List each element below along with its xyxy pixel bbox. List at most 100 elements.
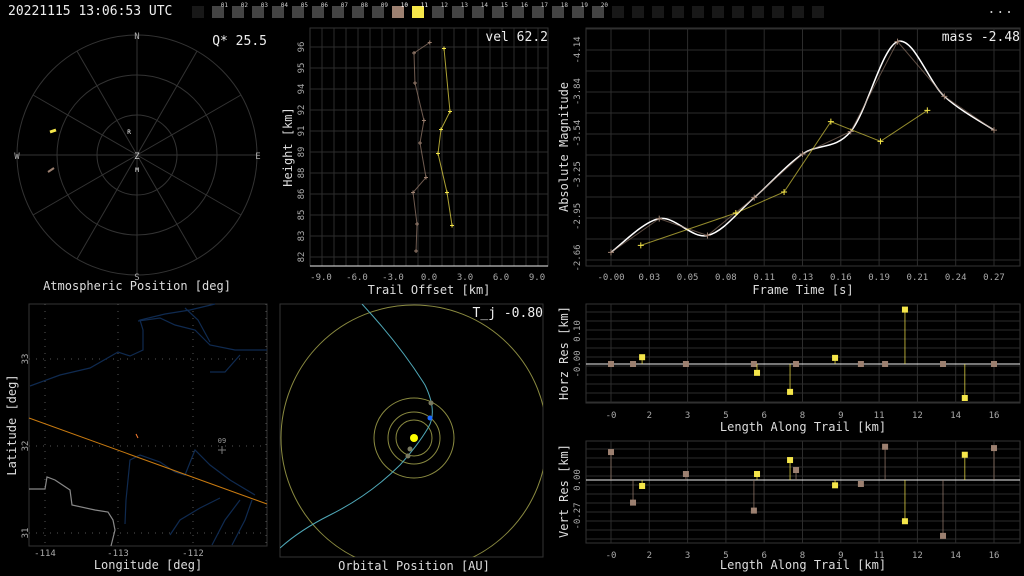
radiant-marker: R: [127, 129, 131, 136]
x-tick-label: 0.13: [792, 273, 814, 283]
data-point: [412, 81, 417, 85]
sun-icon: [410, 434, 418, 442]
lat-tick: 32: [21, 441, 31, 452]
data-point: [882, 443, 889, 450]
ground-map-panel: 09 -114 -113 -112 33 32 31 Longitude [de…: [5, 303, 268, 572]
series-line: [412, 42, 430, 252]
x-tick-label: 16: [989, 411, 1000, 421]
earth-icon: [427, 415, 433, 421]
x-tick-label: 14: [950, 411, 961, 421]
data-point: [857, 361, 864, 367]
planet-icon: [405, 453, 411, 459]
x-tick-label: 3.0: [457, 273, 473, 283]
dashboard-canvas: N S E W Z R M Q* 25.5 Atmospheric Positi…: [5, 27, 1021, 573]
data-point: [414, 249, 419, 253]
polar-spoke: [32, 94, 138, 156]
horz-y-label: Horz Res [km]: [557, 306, 571, 400]
vert-grid: [586, 441, 1020, 543]
vert-x-label: Length Along Trail [km]: [720, 558, 886, 572]
x-tick-label: 0.05: [677, 273, 699, 283]
data-point: [827, 118, 834, 125]
data-point: [857, 480, 864, 487]
data-point: [682, 471, 689, 478]
mag-grid: [586, 28, 1020, 266]
velocity-stat: vel 62.2: [485, 30, 548, 45]
data-point: [630, 361, 637, 367]
x-tick-label: 3: [685, 551, 690, 561]
polar-spoke: [136, 94, 242, 156]
data-point: [608, 449, 614, 456]
station-10-track: [47, 167, 55, 173]
data-point: [901, 518, 908, 525]
y-tick-label: -2.66: [573, 244, 583, 271]
mass-stat: mass -2.48: [942, 30, 1020, 45]
orbit-title: Orbital Position [AU]: [338, 559, 490, 573]
x-tick-label: 16: [989, 551, 1000, 561]
y-tick-label: -4.14: [573, 36, 583, 63]
orbit-frame: [279, 303, 544, 558]
data-point: [940, 532, 947, 539]
data-point: [421, 118, 426, 123]
data-point: [793, 467, 800, 474]
data-point: [877, 138, 884, 145]
data-point: [630, 499, 637, 506]
x-tick-label: 2: [647, 411, 652, 421]
data-point: [754, 471, 761, 478]
station-marker-icon: [218, 446, 226, 454]
lat-tick: 33: [21, 354, 31, 365]
map-x-label: Longitude [deg]: [94, 558, 202, 572]
x-tick-label: -3.0: [382, 273, 404, 283]
x-tick-label: 14: [950, 551, 961, 561]
data-point: [750, 507, 757, 514]
trail-series: [411, 40, 455, 253]
x-tick-label: 6.0: [493, 273, 509, 283]
polar-spoke: [136, 154, 198, 260]
data-point: [940, 361, 947, 367]
planet-icon: [407, 446, 413, 452]
horz-x-label: Length Along Trail [km]: [720, 420, 886, 434]
y-tick-label: 82: [297, 252, 307, 263]
atmospheric-position-panel: N S E W Z R M Q* 25.5 Atmospheric Positi…: [14, 32, 267, 293]
data-point: [418, 141, 422, 145]
magnitude-panel: -0.00 0.03 0.05 0.08 0.11 0.13 0.16 0.19 0.21 0.2…: [557, 27, 1021, 297]
polar-spoke: [136, 50, 198, 156]
vert-y-tick: 0.00: [573, 469, 583, 491]
data-point: [832, 482, 839, 489]
y-tick-label: 85: [297, 210, 307, 221]
trail-y-label: Height [km]: [281, 107, 295, 186]
x-tick-label: 0.19: [868, 273, 890, 283]
data-point: [608, 361, 614, 367]
vert-y-tick: -0.27: [573, 502, 583, 529]
station-11-track: [49, 128, 57, 134]
x-tick-label: 0.03: [638, 273, 660, 283]
mag-x-ticks: -0.00 0.03 0.05 0.08 0.11 0.13 0.16 0.19 0.21 0.2…: [597, 273, 1004, 283]
ground-track: [28, 417, 268, 505]
x-tick-label: 0.21: [907, 273, 929, 283]
data-point: [901, 306, 908, 313]
polar-title: Atmospheric Position [deg]: [43, 279, 231, 293]
y-tick-label: -3.25: [573, 161, 583, 188]
data-point: [450, 223, 455, 228]
data-point: [961, 451, 968, 458]
y-tick-label: 95: [297, 63, 307, 74]
y-tick-label: 92: [297, 105, 307, 116]
data-point: [991, 445, 997, 452]
x-tick-label: 0.27: [983, 273, 1005, 283]
x-tick-label: -0: [606, 411, 617, 421]
horz-y-tick: -0.00: [573, 350, 583, 377]
polar-spoke: [32, 154, 138, 216]
series-line: [437, 48, 453, 226]
planet-icon: [428, 400, 434, 406]
tisserand-stat: T_j -0.80: [473, 306, 543, 321]
map-frame: [28, 303, 268, 547]
x-tick-label: 0.0: [421, 273, 437, 283]
data-point: [656, 215, 663, 222]
y-tick-label: 94: [297, 84, 307, 95]
trail-x-ticks: -9.0 -6.0 -3.0 0.0 3.0 6.0 9.0: [310, 273, 545, 283]
data-point: [787, 457, 794, 464]
west-label: W: [14, 152, 20, 162]
x-tick-label: 0.11: [753, 273, 775, 283]
x-tick-label: 2: [647, 551, 652, 561]
meteor-trace: [135, 433, 139, 439]
data-point: [832, 354, 839, 361]
